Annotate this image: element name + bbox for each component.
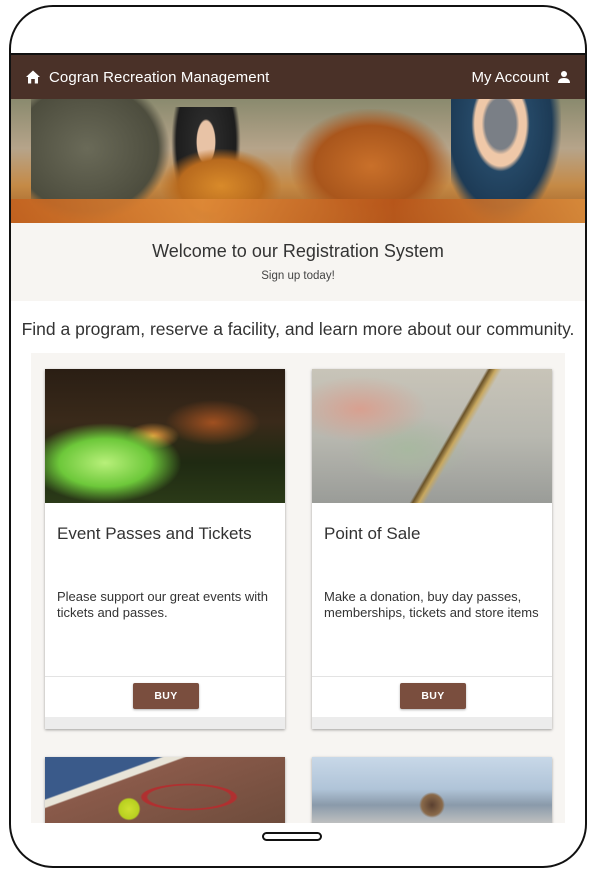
card-title: Event Passes and Tickets xyxy=(57,524,252,543)
my-account-label: My Account xyxy=(471,68,549,86)
app-bar: Cogran Recreation Management My Account xyxy=(11,55,585,99)
home-icon[interactable] xyxy=(25,69,41,85)
welcome-banner: Welcome to our Registration System Sign … xyxy=(11,223,585,301)
home-indicator[interactable] xyxy=(262,832,322,841)
card-description: Make a donation, buy day passes, members… xyxy=(324,589,539,620)
cards-grid: Event Passes and Tickets Please support … xyxy=(31,353,565,823)
hero-image-kids-leaves xyxy=(11,99,585,223)
card-image-tennis xyxy=(45,757,285,823)
card-point-of-sale: Point of Sale Make a donation, buy day p… xyxy=(312,369,552,729)
page-tagline: Find a program, reserve a facility, and … xyxy=(21,319,575,339)
my-account-link[interactable]: My Account xyxy=(471,69,571,86)
card-image-tent xyxy=(45,369,285,503)
person-icon xyxy=(557,70,571,84)
hero-ground-leaves xyxy=(11,199,585,223)
welcome-title: Welcome to our Registration System xyxy=(152,241,444,261)
card-tennis xyxy=(45,757,285,823)
buy-button[interactable]: BUY xyxy=(400,683,466,709)
card-footer xyxy=(45,717,285,729)
card-event-passes: Event Passes and Tickets Please support … xyxy=(45,369,285,729)
app-title[interactable]: Cogran Recreation Management xyxy=(49,69,269,86)
app-screen: Cogran Recreation Management My Account xyxy=(11,53,585,823)
card-title: Point of Sale xyxy=(324,524,421,543)
card-footer xyxy=(312,717,552,729)
welcome-subtitle: Sign up today! xyxy=(261,270,335,282)
card-image-compass xyxy=(312,757,552,823)
card-image-globe xyxy=(312,369,552,503)
card-compass xyxy=(312,757,552,823)
card-description: Please support our great events with tic… xyxy=(57,589,269,620)
card-divider xyxy=(312,676,552,677)
device-frame: Cogran Recreation Management My Account xyxy=(9,5,587,868)
buy-button[interactable]: BUY xyxy=(133,683,199,709)
card-divider xyxy=(45,676,285,677)
